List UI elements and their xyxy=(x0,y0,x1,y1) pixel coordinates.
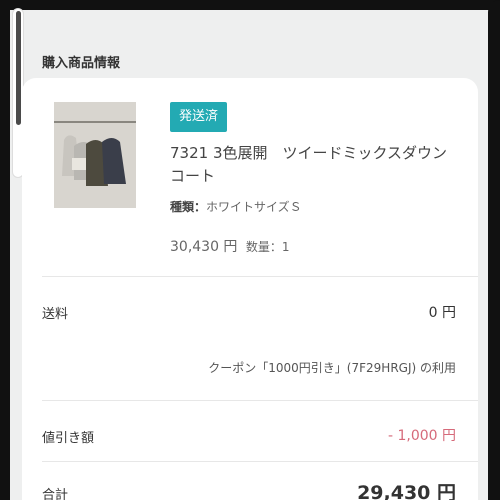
device-frame-right xyxy=(488,0,500,500)
product-image[interactable] xyxy=(54,102,136,208)
device-frame-top xyxy=(0,0,500,10)
divider xyxy=(42,276,478,277)
shipping-label: 送料 xyxy=(42,307,69,322)
total-value: 29,430 円 xyxy=(357,482,456,500)
product-price: 30,430 円 xyxy=(170,239,238,255)
section-title: 購入商品情報 xyxy=(42,56,121,71)
scrollbar-thumb[interactable] xyxy=(16,11,21,125)
device-frame-left xyxy=(0,0,10,500)
purchase-card: 発送済 7321 3色展開 ツイードミックスダウンコート 種類：ホワイトサイズＳ… xyxy=(22,78,478,500)
divider xyxy=(42,461,478,462)
variant-value: ホワイトサイズＳ xyxy=(206,200,302,214)
status-badge: 発送済 xyxy=(170,102,228,132)
total-label: 合計 xyxy=(42,488,69,500)
shipping-value: 0 円 xyxy=(428,305,456,321)
price-line: 30,430 円 数量：1 xyxy=(170,236,290,256)
variant-label: 種類： xyxy=(170,200,207,214)
product-name[interactable]: 7321 3色展開 ツイードミックスダウンコート xyxy=(170,142,460,188)
product-quantity: 数量：1 xyxy=(245,240,290,254)
product-variant: 種類：ホワイトサイズＳ xyxy=(170,198,302,215)
discount-label: 値引き額 xyxy=(42,431,95,446)
divider xyxy=(42,400,478,401)
discount-value: - 1,000 円 xyxy=(387,428,456,444)
coupon-note: クーポン「1000円引き」(7F29HRGJ) の利用 xyxy=(208,361,456,375)
coat-product-image-icon xyxy=(54,102,136,208)
